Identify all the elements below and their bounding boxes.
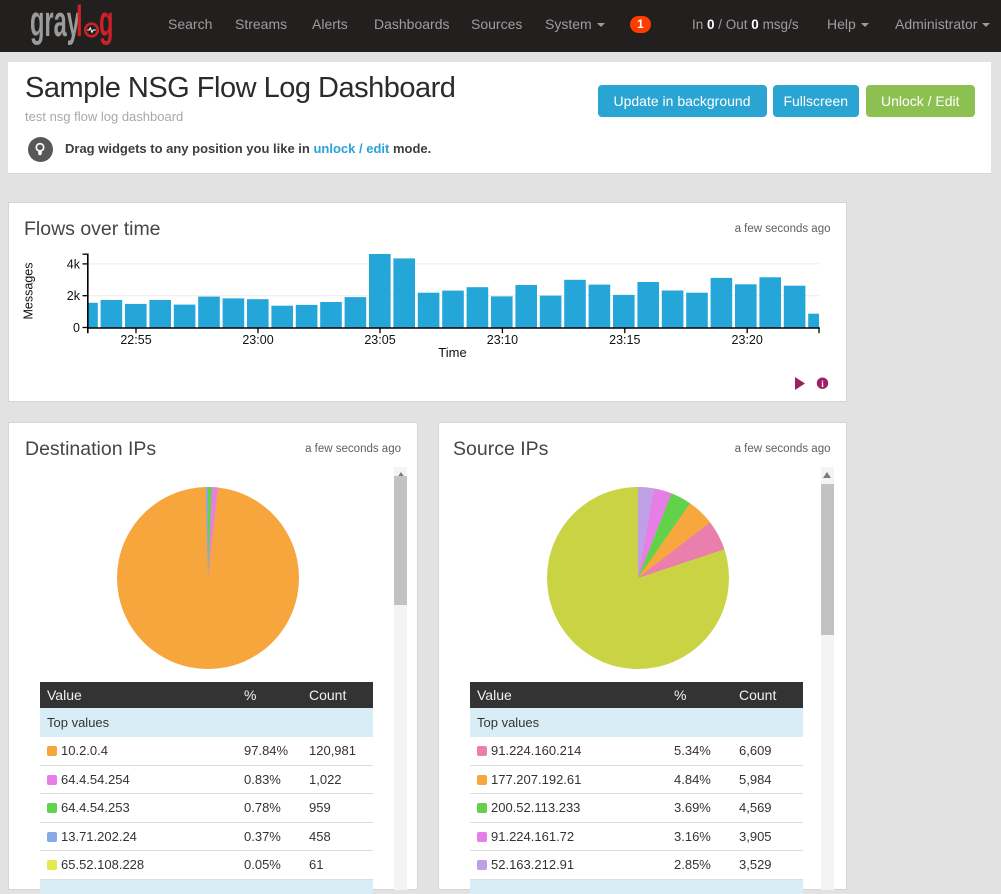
- svg-text:22:55: 22:55: [120, 333, 151, 347]
- svg-text:4k: 4k: [67, 257, 81, 271]
- svg-text:0: 0: [73, 321, 80, 335]
- svg-text:23:10: 23:10: [487, 333, 518, 347]
- svg-text:23:05: 23:05: [364, 333, 395, 347]
- svg-text:23:00: 23:00: [242, 333, 273, 347]
- svg-text:Time: Time: [438, 345, 466, 360]
- svg-text:23:20: 23:20: [732, 333, 763, 347]
- svg-text:23:15: 23:15: [609, 333, 640, 347]
- svg-text:2k: 2k: [67, 289, 81, 303]
- svg-text:Messages: Messages: [22, 263, 36, 320]
